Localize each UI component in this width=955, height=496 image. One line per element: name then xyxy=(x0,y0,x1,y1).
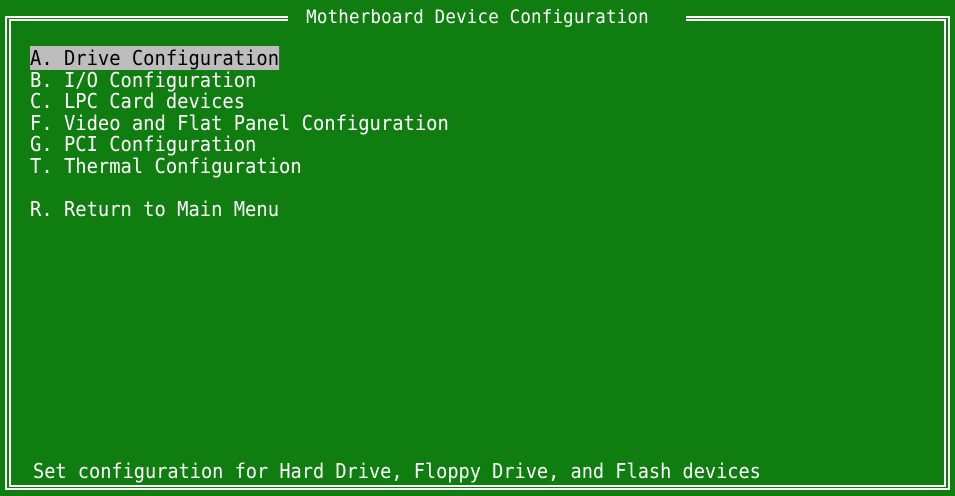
menu-item-thermal-configuration[interactable]: T. Thermal Configuration xyxy=(30,153,449,178)
menu-item-label: R. Return to Main Menu xyxy=(30,196,280,221)
status-help-text: Set configuration for Hard Drive, Floppy… xyxy=(33,459,761,483)
menu-item-drive-configuration[interactable]: A. Drive Configuration xyxy=(30,46,449,70)
page-title: Motherboard Device Configuration xyxy=(298,6,657,28)
menu-item-label: C. LPC Card devices xyxy=(30,89,246,113)
menu-item-return-to-main-menu[interactable]: R. Return to Main Menu xyxy=(30,196,449,221)
menu-item-label: F. Video and Flat Panel Configuration xyxy=(30,110,449,135)
title-bar: Motherboard Device Configuration xyxy=(38,6,917,28)
bios-setup-screen: Motherboard Device Configuration A. Driv… xyxy=(0,0,955,496)
menu-item-label: B. I/O Configuration xyxy=(30,67,257,92)
menu-item-label: T. Thermal Configuration xyxy=(30,153,302,178)
menu-item-video-flat-panel-configuration[interactable]: F. Video and Flat Panel Configuration xyxy=(30,110,449,135)
configuration-menu: A. Drive Configuration B. I/O Configurat… xyxy=(30,46,476,221)
menu-item-label: A. Drive Configuration xyxy=(30,46,280,70)
menu-item-pci-configuration[interactable]: G. PCI Configuration xyxy=(30,132,449,156)
menu-item-lpc-card-devices[interactable]: C. LPC Card devices xyxy=(30,89,449,113)
menu-item-io-configuration[interactable]: B. I/O Configuration xyxy=(30,67,449,92)
menu-item-label: G. PCI Configuration xyxy=(30,132,257,156)
